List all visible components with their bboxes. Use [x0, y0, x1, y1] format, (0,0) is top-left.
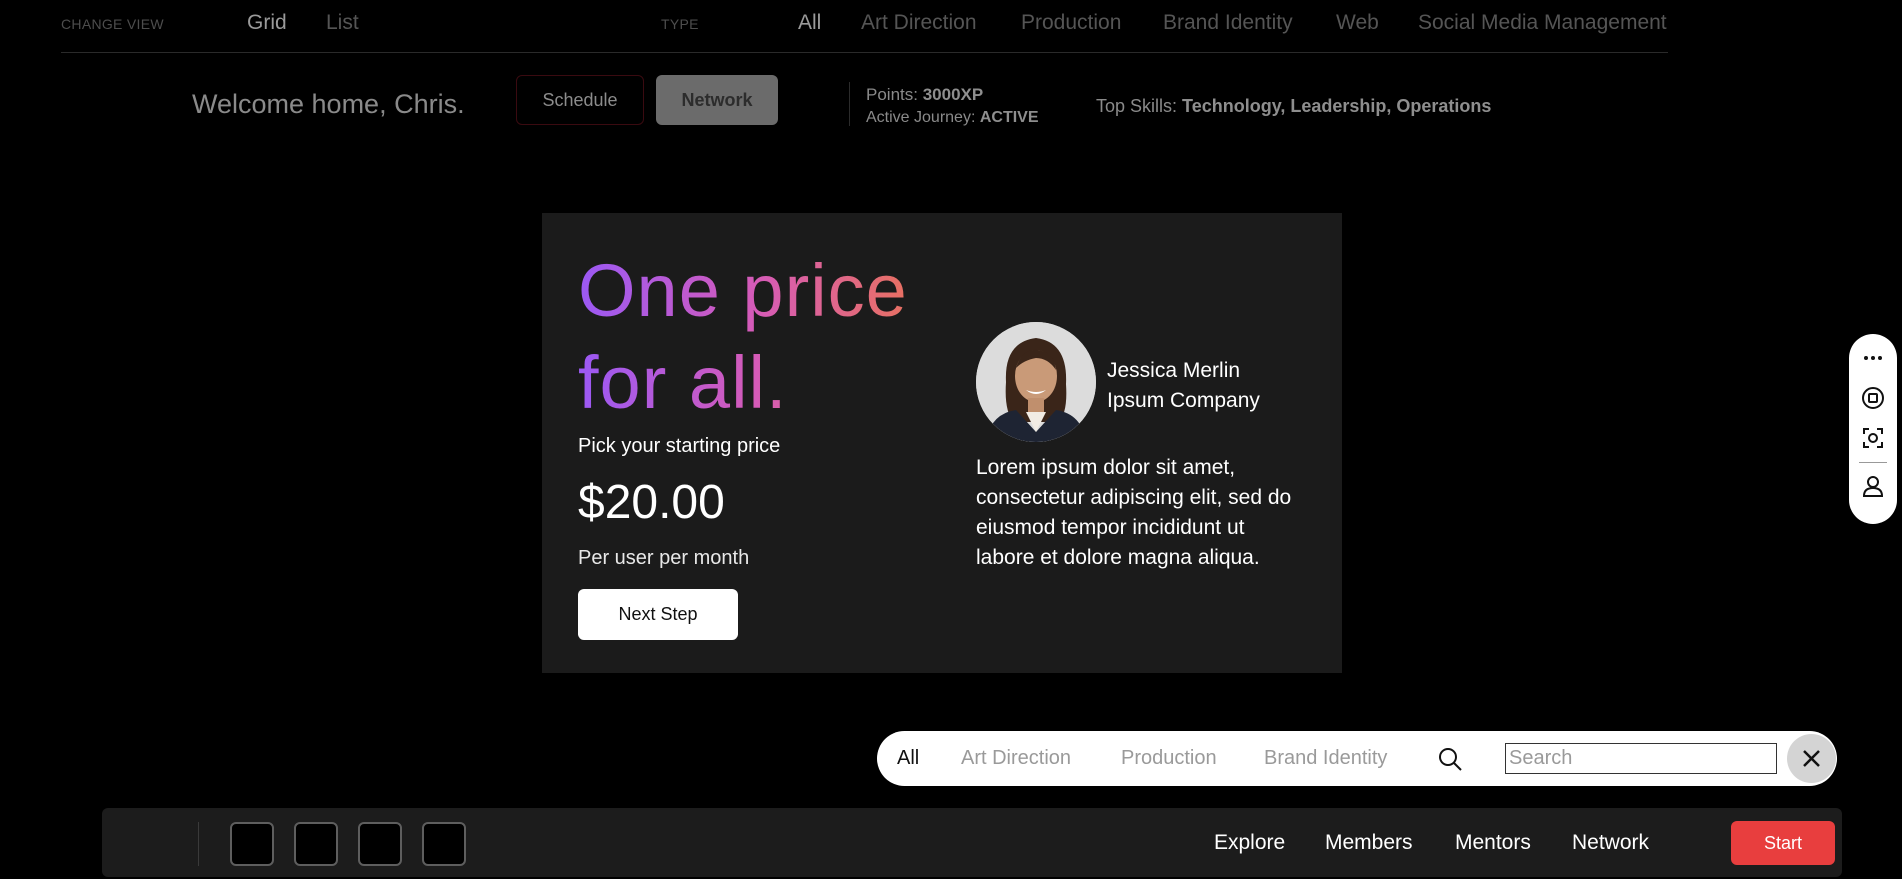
dock-divider [198, 822, 199, 866]
skills-value: Technology, Leadership, Operations [1182, 96, 1492, 116]
change-view-label: CHANGE VIEW [61, 16, 164, 32]
nav-members[interactable]: Members [1325, 831, 1413, 855]
top-filter-bar: CHANGE VIEW Grid List TYPE All Art Direc… [61, 0, 1668, 53]
header-divider [849, 82, 850, 126]
pricing-card: One price for all. Pick your starting pr… [542, 213, 1342, 673]
points-value: 3000XP [922, 85, 984, 104]
dock-slot-1[interactable] [230, 822, 274, 866]
next-step-button[interactable]: Next Step [578, 589, 738, 640]
bottom-dock: Explore Members Mentors Network Start [102, 808, 1842, 877]
nav-network[interactable]: Network [1572, 831, 1649, 855]
pricing-headline: One price for all. [578, 245, 978, 429]
filter-search-bar: All Art Direction Production Brand Ident… [877, 731, 1837, 786]
more-icon[interactable] [1861, 346, 1885, 370]
skills-label: Top Skills: [1096, 96, 1178, 116]
journey-label: Active Journey: [866, 109, 976, 126]
points-stat: Points: 3000XP [866, 85, 983, 105]
filter-brand-identity[interactable]: Brand Identity [1264, 747, 1387, 770]
start-button[interactable]: Start [1731, 821, 1835, 865]
pick-price-label: Pick your starting price [578, 435, 781, 457]
type-art-direction[interactable]: Art Direction [861, 11, 977, 35]
search-input[interactable] [1505, 743, 1777, 774]
schedule-button[interactable]: Schedule [516, 75, 644, 125]
close-button[interactable] [1787, 734, 1836, 783]
filter-art-direction[interactable]: Art Direction [961, 747, 1071, 770]
stop-icon[interactable] [1861, 386, 1885, 410]
nav-explore[interactable]: Explore [1214, 831, 1285, 855]
avatar [976, 322, 1096, 442]
person-info: Jessica Merlin Ipsum Company [1107, 356, 1260, 416]
side-toolbar-divider [1859, 462, 1887, 463]
person-name: Jessica Merlin [1107, 359, 1241, 382]
per-user-label: Per user per month [578, 547, 750, 569]
type-all[interactable]: All [798, 11, 821, 35]
filter-production[interactable]: Production [1121, 747, 1217, 770]
dock-slot-3[interactable] [358, 822, 402, 866]
nav-mentors[interactable]: Mentors [1455, 831, 1531, 855]
testimonial-text: Lorem ipsum dolor sit amet, consectetur … [976, 456, 1292, 569]
type-web[interactable]: Web [1336, 11, 1379, 35]
type-social-media-management[interactable]: Social Media Management [1418, 11, 1667, 35]
search-icon[interactable] [1437, 746, 1463, 772]
top-skills: Top Skills: Technology, Leadership, Oper… [1096, 96, 1491, 117]
type-label: TYPE [661, 16, 699, 32]
close-icon [1803, 750, 1820, 767]
view-list[interactable]: List [326, 11, 359, 35]
dock-slot-2[interactable] [294, 822, 338, 866]
network-button[interactable]: Network [656, 75, 778, 125]
price-value: $20.00 [578, 476, 725, 529]
person-company: Ipsum Company [1107, 389, 1260, 412]
type-brand-identity[interactable]: Brand Identity [1163, 11, 1293, 35]
view-grid[interactable]: Grid [247, 11, 287, 35]
welcome-message: Welcome home, Chris. [192, 89, 465, 119]
focus-icon[interactable] [1861, 426, 1885, 450]
side-toolbar [1849, 334, 1897, 524]
dock-slot-4[interactable] [422, 822, 466, 866]
journey-value: ACTIVE [979, 109, 1039, 126]
user-icon[interactable] [1861, 474, 1885, 498]
journey-stat: Active Journey: ACTIVE [866, 109, 1039, 127]
points-label: Points: [866, 85, 918, 104]
type-production[interactable]: Production [1021, 11, 1121, 35]
filter-all[interactable]: All [897, 747, 919, 770]
